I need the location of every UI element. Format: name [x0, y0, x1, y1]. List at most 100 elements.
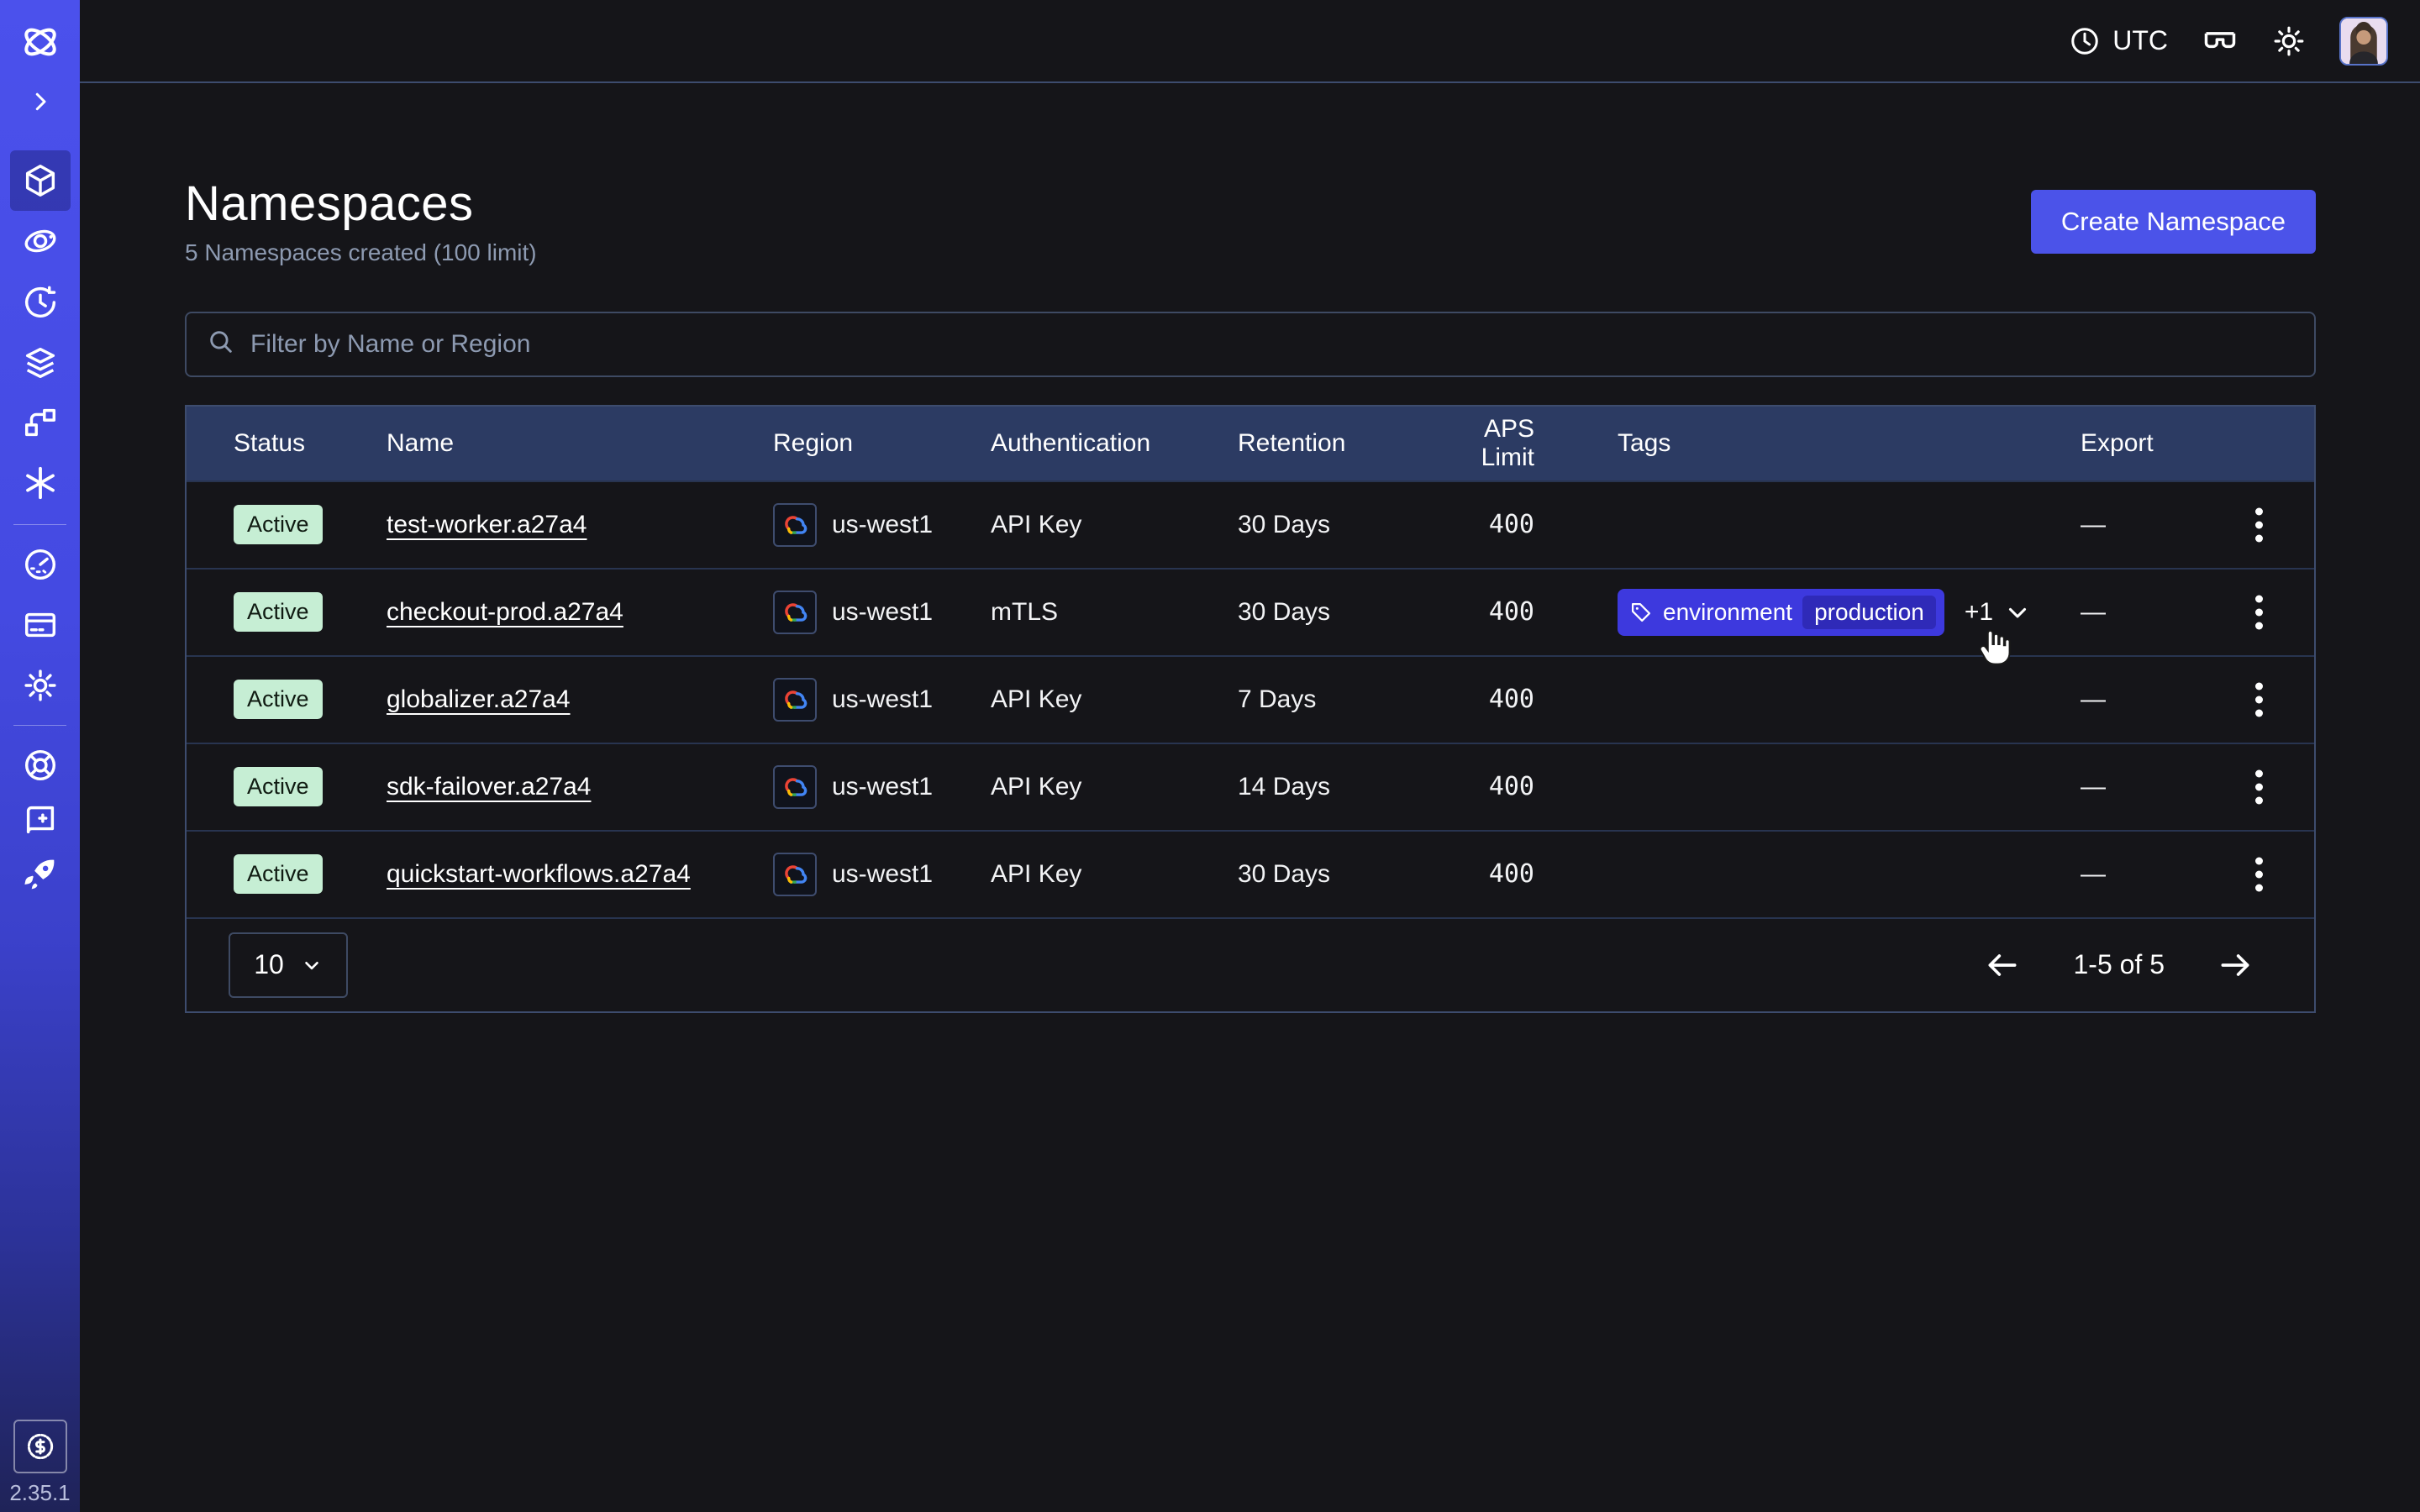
google-cloud-icon — [773, 853, 817, 896]
retention-value: 30 Days — [1238, 598, 1429, 627]
sidebar-collapse-chevron-icon[interactable] — [10, 71, 71, 132]
namespace-link[interactable]: globalizer.a27a4 — [387, 685, 571, 713]
retention-value: 7 Days — [1238, 685, 1429, 714]
tags-cell: environment production +1 — [1534, 589, 2070, 636]
row-menu-kebab-icon[interactable] — [2250, 852, 2268, 896]
col-header-tags: Tags — [1534, 429, 2070, 458]
filter-bar[interactable] — [185, 312, 2316, 377]
status-badge: Active — [234, 592, 323, 632]
theme-toggle-sun-icon[interactable] — [2272, 24, 2306, 58]
col-header-aps-limit: APS Limit — [1429, 415, 1534, 472]
status-badge: Active — [234, 854, 323, 894]
retention-value: 30 Days — [1238, 511, 1429, 539]
table-row: Active sdk-failover.a27a4 us-west1 API K… — [187, 743, 2314, 830]
app-version: 2.35.1 — [0, 1480, 80, 1506]
export-value: — — [2070, 511, 2314, 539]
next-page-arrow-icon[interactable] — [2217, 947, 2254, 984]
sidebar-item-nexus[interactable] — [10, 453, 71, 513]
google-cloud-icon — [773, 591, 817, 634]
region-label: us-west1 — [832, 860, 933, 889]
status-badge: Active — [234, 505, 323, 544]
namespace-link[interactable]: checkout-prod.a27a4 — [387, 598, 623, 626]
namespace-link[interactable]: test-worker.a27a4 — [387, 511, 587, 538]
sidebar-item-billing[interactable] — [10, 595, 71, 655]
region-label: us-west1 — [832, 511, 933, 539]
temporal-logo-icon[interactable] — [10, 12, 71, 72]
export-value: — — [2070, 860, 2314, 889]
filter-input[interactable] — [250, 330, 2294, 359]
col-header-region: Region — [773, 429, 991, 458]
timezone-selector[interactable]: UTC — [2069, 25, 2168, 57]
aps-value: 400 — [1429, 597, 1534, 627]
sidebar-item-release-notes[interactable] — [10, 790, 71, 850]
create-namespace-button[interactable]: Create Namespace — [2031, 190, 2316, 254]
retention-value: 14 Days — [1238, 773, 1429, 801]
sidebar-item-usage[interactable] — [10, 534, 71, 595]
sidebar-item-schedules[interactable] — [10, 272, 71, 333]
auth-value: API Key — [991, 773, 1238, 801]
col-header-authentication: Authentication — [991, 429, 1238, 458]
main-content: Namespaces 5 Namespaces created (100 lim… — [80, 83, 2420, 1512]
row-menu-kebab-icon[interactable] — [2250, 590, 2268, 634]
sidebar-item-batch-operations[interactable] — [10, 392, 71, 453]
row-menu-kebab-icon[interactable] — [2250, 764, 2268, 809]
tags-overflow-count: +1 — [1965, 598, 1993, 627]
col-header-retention: Retention — [1238, 429, 1429, 458]
tag-value: production — [1802, 596, 1936, 629]
sidebar-item-workflows[interactable] — [10, 211, 71, 271]
timezone-label: UTC — [2112, 25, 2168, 56]
page-subtitle: 5 Namespaces created (100 limit) — [185, 239, 537, 266]
table-row: Active test-worker.a27a4 us-west1 API Ke… — [187, 480, 2314, 568]
previous-page-arrow-icon[interactable] — [1984, 947, 2021, 984]
sidebar-divider — [13, 524, 66, 525]
auth-value: API Key — [991, 860, 1238, 889]
sidebar-item-deployments[interactable] — [10, 333, 71, 393]
google-cloud-icon — [773, 503, 817, 547]
region-label: us-west1 — [832, 685, 933, 714]
col-header-status: Status — [187, 429, 387, 458]
page-title: Namespaces — [185, 177, 537, 231]
row-menu-kebab-icon[interactable] — [2250, 677, 2268, 722]
user-avatar[interactable] — [2339, 17, 2388, 66]
col-header-export: Export — [2070, 429, 2314, 458]
status-badge: Active — [234, 680, 323, 719]
table-row: Active checkout-prod.a27a4 us-west1 mTLS… — [187, 568, 2314, 655]
row-menu-kebab-icon[interactable] — [2250, 502, 2268, 547]
tag-icon — [1629, 601, 1653, 624]
table-row: Active globalizer.a27a4 us-west1 API Key… — [187, 655, 2314, 743]
sidebar-item-support[interactable] — [10, 735, 71, 795]
table-header-row: Status Name Region Authentication Retent… — [187, 407, 2314, 480]
labs-glasses-icon[interactable] — [2202, 23, 2238, 60]
col-header-name: Name — [387, 429, 773, 458]
table-pagination: 10 1-5 of 5 — [187, 917, 2314, 1011]
topbar: UTC — [80, 0, 2420, 83]
aps-value: 400 — [1429, 685, 1534, 714]
namespace-link[interactable]: quickstart-workflows.a27a4 — [387, 860, 691, 888]
credits-button[interactable] — [13, 1420, 67, 1473]
sidebar-item-settings[interactable] — [10, 655, 71, 716]
search-icon — [207, 328, 235, 360]
aps-value: 400 — [1429, 772, 1534, 801]
pagination-range: 1-5 of 5 — [2073, 949, 2165, 980]
region-label: us-west1 — [832, 773, 933, 801]
tag-key: environment — [1663, 599, 1792, 626]
page-size-select[interactable]: 10 — [229, 932, 348, 998]
auth-value: API Key — [991, 685, 1238, 714]
tags-expand-chevron-icon[interactable] — [2003, 598, 2032, 627]
namespace-link[interactable]: sdk-failover.a27a4 — [387, 773, 592, 801]
retention-value: 30 Days — [1238, 860, 1429, 889]
chevron-down-icon — [301, 954, 323, 976]
sidebar-item-getting-started[interactable] — [10, 843, 71, 904]
sidebar-divider — [13, 725, 66, 726]
export-value: — — [2070, 598, 2314, 627]
table-row: Active quickstart-workflows.a27a4 us-wes… — [187, 830, 2314, 917]
auth-value: API Key — [991, 511, 1238, 539]
sidebar: 2.35.1 — [0, 0, 80, 1512]
google-cloud-icon — [773, 765, 817, 809]
sidebar-item-namespaces[interactable] — [10, 150, 71, 211]
auth-value: mTLS — [991, 598, 1238, 627]
clock-icon — [2069, 25, 2101, 57]
tag-pill[interactable]: environment production — [1618, 589, 1944, 636]
region-label: us-west1 — [832, 598, 933, 627]
namespaces-table: Status Name Region Authentication Retent… — [185, 405, 2316, 1013]
